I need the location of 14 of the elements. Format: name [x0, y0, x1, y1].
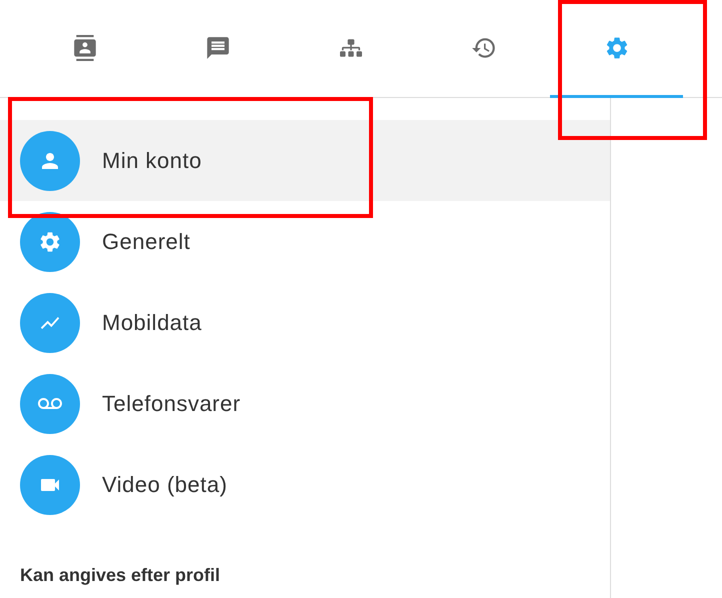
menu-label: Generelt: [102, 228, 190, 254]
section-header: Kan angives efter profil: [19, 564, 222, 586]
menu-item[interactable]: Min konto: [0, 120, 610, 201]
menu-item[interactable]: Video (beta): [0, 444, 610, 525]
menu-item[interactable]: Generelt: [0, 201, 610, 282]
menu-label: Min konto: [102, 148, 202, 174]
contact-card-icon: [72, 34, 98, 60]
hierarchy-icon: [340, 36, 362, 58]
menu-item[interactable]: Telefonsvarer: [0, 363, 610, 444]
chat-bubble-icon: [204, 34, 230, 60]
menu-item[interactable]: Mobildata: [0, 282, 610, 363]
menu-label: Mobildata: [102, 310, 202, 336]
menu-label: Video (beta): [102, 472, 228, 498]
menu-label: Telefonsvarer: [102, 390, 241, 416]
